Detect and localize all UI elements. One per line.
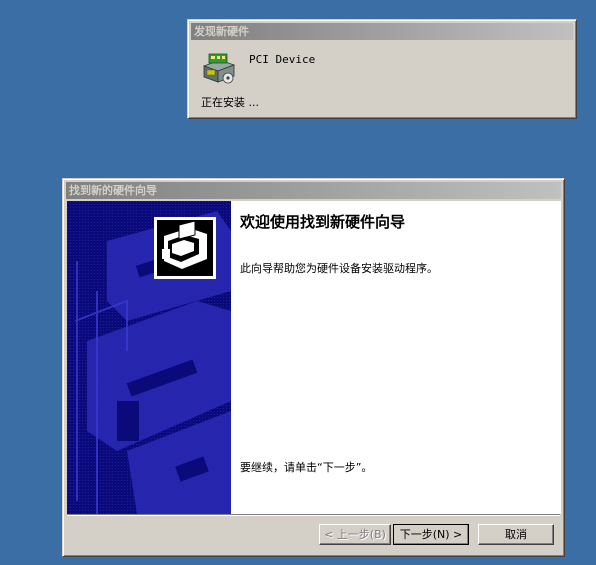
banner-artwork xyxy=(67,201,231,514)
button-separator-highlight xyxy=(67,515,560,516)
desktop: 发现新硬件 PCI Device 正在安装 ... 找到新的硬件向导 欢迎使用找… xyxy=(0,0,596,565)
wizard-heading: 欢迎使用找到新硬件向导 xyxy=(240,213,406,231)
hardware-wizard-icon xyxy=(154,217,216,279)
wizard-title[interactable]: 找到新的硬件向导 xyxy=(66,182,561,199)
install-status: 正在安装 ... xyxy=(201,96,259,109)
device-name: PCI Device xyxy=(249,53,316,66)
found-new-hardware-notification: 发现新硬件 PCI Device 正在安装 ... xyxy=(187,19,577,119)
notification-title[interactable]: 发现新硬件 xyxy=(191,23,573,40)
found-new-hardware-wizard: 找到新的硬件向导 欢迎使用找到新硬件向导 此向导帮助您为硬件设备安装驱动程序。 … xyxy=(62,178,565,557)
next-button[interactable]: 下一步(N) > xyxy=(393,524,469,545)
wizard-description: 此向导帮助您为硬件设备安装驱动程序。 xyxy=(240,262,438,275)
hardware-device-icon xyxy=(202,53,236,84)
wizard-banner xyxy=(67,201,231,514)
back-button[interactable]: < 上一步(B) xyxy=(319,524,391,545)
wizard-content: 欢迎使用找到新硬件向导 此向导帮助您为硬件设备安装驱动程序。 要继续，请单击“下… xyxy=(231,201,561,514)
cancel-button[interactable]: 取消 xyxy=(478,524,554,545)
wizard-continue-hint: 要继续，请单击“下一步”。 xyxy=(240,461,373,474)
